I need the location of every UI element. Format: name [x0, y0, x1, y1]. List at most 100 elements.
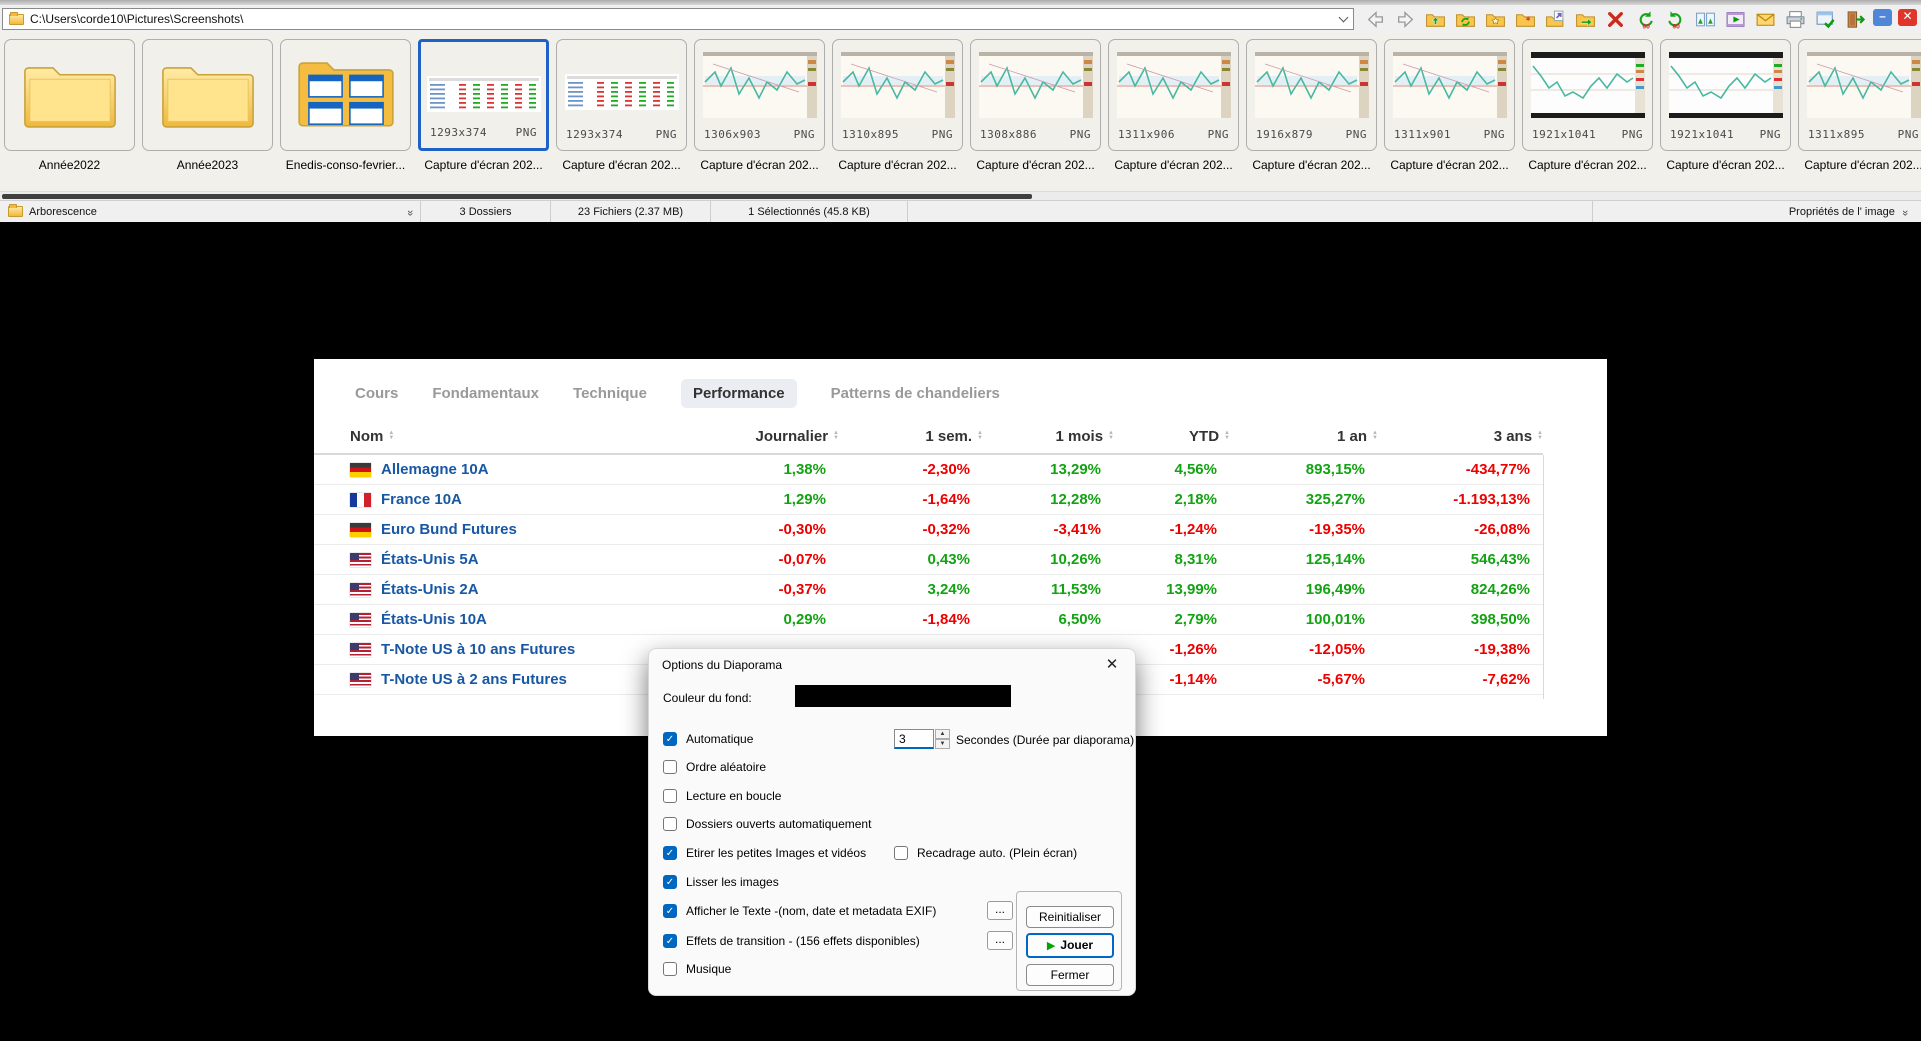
musique-checkbox[interactable]	[663, 962, 677, 976]
instrument-link[interactable]: T-Note US à 10 ans Futures	[381, 641, 575, 658]
folder-refresh-icon[interactable]	[1452, 7, 1478, 32]
instrument-link[interactable]: États-Unis 2A	[381, 581, 479, 598]
thumbnail-item[interactable]: 1311x901 PNG Capture d'écran 202...	[1384, 39, 1515, 191]
checkbox-row-recadrage[interactable]: Recadrage auto. (Plein écran)	[894, 845, 1077, 861]
thumbnail-preview[interactable]: 1311x895 PNG	[1798, 39, 1921, 151]
thumbnail-item[interactable]: 1921x1041 PNG Capture d'écran 202...	[1522, 39, 1653, 191]
scrollbar-thumb[interactable]	[2, 194, 1032, 199]
thumbnail-preview[interactable]	[142, 39, 273, 151]
checkbox-row-dossiers-ouverts[interactable]: Dossiers ouverts automatiquement	[663, 816, 871, 832]
seconds-input[interactable]: 3	[894, 729, 934, 749]
instrument-link[interactable]: T-Note US à 2 ans Futures	[381, 671, 567, 688]
dialog-close-button[interactable]: ✕	[1101, 654, 1123, 676]
text-options-button[interactable]: ...	[987, 901, 1013, 920]
thumbnail-item[interactable]: 1916x879 PNG Capture d'écran 202...	[1246, 39, 1377, 191]
column-header-ytd[interactable]: YTD▲▼	[1114, 428, 1230, 445]
thumbnail-preview[interactable]: 1916x879 PNG	[1246, 39, 1377, 151]
checkbox-row-lisser[interactable]: Lisser les images	[663, 874, 779, 890]
folder-new-icon[interactable]	[1512, 7, 1538, 32]
thumbnail-item[interactable]: 1310x895 PNG Capture d'écran 202...	[832, 39, 963, 191]
horizontal-scrollbar[interactable]	[0, 191, 1921, 200]
checkbox-row-automatique[interactable]: Automatique	[663, 731, 753, 747]
effets-transition-checkbox[interactable]	[663, 934, 677, 948]
double-chevron-icon[interactable]: »	[1899, 209, 1911, 213]
afficher-texte-checkbox[interactable]	[663, 904, 677, 918]
column-header-3-ans[interactable]: 3 ans▲▼	[1378, 428, 1543, 445]
thumbnail-item[interactable]: 1311x895 PNG Capture d'écran 202...	[1798, 39, 1921, 191]
thumbnail-item[interactable]: Année2022	[4, 39, 135, 191]
thumbnail-preview[interactable]: 1310x895 PNG	[832, 39, 963, 151]
tab-performance[interactable]: Performance	[681, 379, 797, 408]
tab-fondamentaux[interactable]: Fondamentaux	[432, 385, 539, 402]
tab-technique[interactable]: Technique	[573, 385, 647, 402]
tab-patterns-de-chandeliers[interactable]: Patterns de chandeliers	[831, 385, 1000, 402]
tab-cours[interactable]: Cours	[355, 385, 398, 402]
checkbox-row-etirer[interactable]: Etirer les petites Images et vidéos	[663, 845, 866, 861]
instrument-link[interactable]: États-Unis 5A	[381, 551, 479, 568]
rotate-left-90-icon[interactable]: 90	[1632, 7, 1658, 32]
thumbnail-item[interactable]: Enedis-conso-fevrier...	[280, 39, 411, 191]
sort-icon[interactable]: ▲▼	[388, 431, 394, 441]
slideshow-icon[interactable]	[1722, 7, 1748, 32]
lisser-images-checkbox[interactable]	[663, 875, 677, 889]
thumbnail-preview[interactable]: 1293x374 PNG	[418, 39, 549, 151]
column-header-1-sem-[interactable]: 1 sem.▲▼	[839, 428, 983, 445]
spinner-down-button[interactable]: ▼	[935, 739, 950, 749]
automatique-checkbox[interactable]	[663, 732, 677, 746]
thumbnail-item[interactable]: 1293x374 PNG Capture d'écran 202...	[418, 39, 549, 191]
thumbnail-preview[interactable]: 1921x1041 PNG	[1522, 39, 1653, 151]
tree-pane-toggle[interactable]: Arborescence »	[0, 201, 421, 222]
close-window-button[interactable]: ✕	[1898, 9, 1917, 26]
checkbox-row-ordre-aleatoire[interactable]: Ordre aléatoire	[663, 759, 766, 775]
thumbnail-preview[interactable]: 1306x903 PNG	[694, 39, 825, 151]
thumbnail-item[interactable]: Année2023	[142, 39, 273, 191]
compare-images-icon[interactable]	[1692, 7, 1718, 32]
column-header-1-mois[interactable]: 1 mois▲▼	[983, 428, 1114, 445]
thumbnail-item[interactable]: 1293x374 PNG Capture d'écran 202...	[556, 39, 687, 191]
spinner-up-button[interactable]: ▲	[935, 729, 950, 739]
etirer-images-checkbox[interactable]	[663, 846, 677, 860]
column-header-nom[interactable]: Nom▲▼	[314, 428, 701, 445]
checkbox-row-lecture-boucle[interactable]: Lecture en boucle	[663, 788, 781, 804]
transition-options-button[interactable]: ...	[987, 931, 1013, 950]
checkbox-row-effets-transition[interactable]: Effets de transition - (156 effets dispo…	[663, 933, 920, 949]
lecture-en-boucle-checkbox[interactable]	[663, 789, 677, 803]
thumbnail-item[interactable]: 1311x906 PNG Capture d'écran 202...	[1108, 39, 1239, 191]
ordre-aleatoire-checkbox[interactable]	[663, 760, 677, 774]
thumbnail-preview[interactable]: 1311x906 PNG	[1108, 39, 1239, 151]
back-icon[interactable]	[1362, 7, 1388, 32]
chevron-down-icon[interactable]	[1339, 12, 1349, 22]
column-header-1-an[interactable]: 1 an▲▼	[1230, 428, 1378, 445]
thumbnail-preview[interactable]: 1921x1041 PNG	[1660, 39, 1791, 151]
thumbnail-preview[interactable]	[280, 39, 411, 151]
instrument-link[interactable]: Euro Bund Futures	[381, 521, 517, 538]
thumbnail-preview[interactable]	[4, 39, 135, 151]
checkbox-row-musique[interactable]: Musique	[663, 961, 731, 977]
column-header-journalier[interactable]: Journalier▲▼	[701, 428, 839, 445]
sort-icon[interactable]: ▲▼	[1537, 431, 1543, 441]
recadrage-auto-checkbox[interactable]	[894, 846, 908, 860]
checkbox-row-afficher-texte[interactable]: Afficher le Texte -(nom, date et metadat…	[663, 903, 936, 919]
rotate-right-90-icon[interactable]: 90	[1662, 7, 1688, 32]
thumbnail-item[interactable]: 1921x1041 PNG Capture d'écran 202...	[1660, 39, 1791, 191]
thumbnail-preview[interactable]: 1293x374 PNG	[556, 39, 687, 151]
folder-up-icon[interactable]	[1422, 7, 1448, 32]
minimize-button[interactable]: –	[1873, 9, 1892, 26]
instrument-link[interactable]: France 10A	[381, 491, 462, 508]
thumbnail-preview[interactable]: 1308x886 PNG	[970, 39, 1101, 151]
instrument-link[interactable]: Allemagne 10A	[381, 461, 489, 478]
thumbnail-item[interactable]: 1308x886 PNG Capture d'écran 202...	[970, 39, 1101, 191]
close-dialog-button[interactable]: Fermer	[1026, 964, 1114, 986]
seconds-spinner[interactable]: 3 ▲ ▼	[894, 729, 950, 749]
forward-icon[interactable]	[1392, 7, 1418, 32]
thumbnail-preview[interactable]: 1311x901 PNG	[1384, 39, 1515, 151]
background-color-swatch[interactable]	[795, 685, 1011, 707]
email-icon[interactable]	[1752, 7, 1778, 32]
dossiers-ouverts-checkbox[interactable]	[663, 817, 677, 831]
image-properties-toggle[interactable]: Propriétés de l' image »	[1593, 201, 1921, 222]
exit-icon[interactable]	[1842, 7, 1868, 32]
print-icon[interactable]	[1782, 7, 1808, 32]
move-to-folder-icon[interactable]	[1542, 7, 1568, 32]
copy-to-folder-icon[interactable]	[1572, 7, 1598, 32]
address-bar-input[interactable]: C:\Users\corde10\Pictures\Screenshots\	[2, 8, 1354, 30]
